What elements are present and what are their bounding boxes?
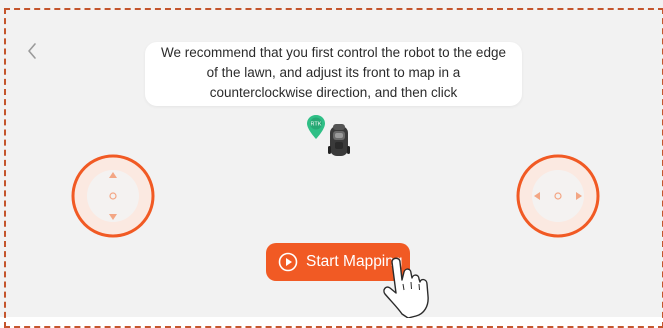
horizontal-joystick[interactable] (495, 146, 621, 246)
robot-mower-icon (328, 122, 350, 158)
vertical-joystick[interactable] (63, 134, 163, 258)
tap-hand-icon (378, 252, 452, 319)
instruction-line-3: counterclockwise direction, and then cli… (209, 85, 458, 100)
instruction-bubble: We recommend that you first control the … (145, 42, 522, 106)
mapping-screen: We recommend that you first control the … (0, 0, 663, 328)
map-pin-icon: RTK (306, 114, 326, 140)
pin-label: RTK (311, 122, 322, 128)
instruction-line-2: of the lawn, and adjust its front to map… (206, 65, 461, 80)
play-circle-icon (278, 252, 298, 272)
chevron-left-icon (28, 43, 36, 59)
back-button[interactable] (26, 42, 40, 60)
instruction-line-1: We recommend that you first control the … (161, 45, 506, 60)
